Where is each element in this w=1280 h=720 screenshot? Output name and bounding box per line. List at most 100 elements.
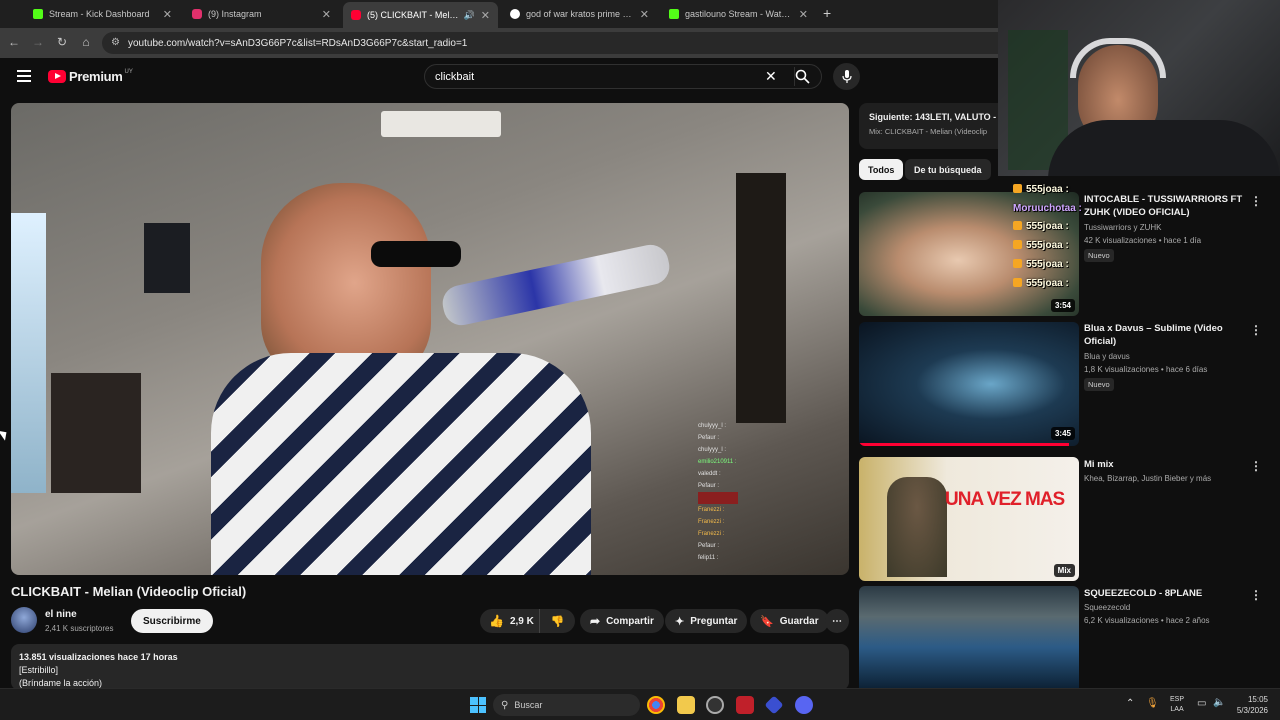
obs-icon[interactable] bbox=[706, 696, 724, 714]
search-input[interactable]: clickbait ✕ bbox=[424, 64, 822, 89]
headphones bbox=[1070, 38, 1166, 78]
file-explorer-icon[interactable] bbox=[677, 696, 695, 714]
more-actions-button[interactable]: ⋯ bbox=[825, 609, 849, 633]
tab-kick-dashboard[interactable]: Stream - Kick Dashboard ✕ bbox=[25, 3, 180, 25]
air-conditioner bbox=[381, 111, 501, 137]
network-icon[interactable]: ▭ bbox=[1197, 698, 1206, 709]
subscriber-count: 2,41 K suscriptores bbox=[45, 624, 114, 633]
description-box[interactable]: 13.851 visualizaciones hace 17 horas [Es… bbox=[11, 644, 849, 690]
recommendation-title[interactable]: Mi mix bbox=[1084, 458, 1244, 471]
youtube-icon bbox=[351, 10, 361, 20]
recommendation-title[interactable]: INTOCABLE - TUSSIWARRIORS FT ZUHK (VIDEO… bbox=[1084, 193, 1244, 219]
menu-icon[interactable] bbox=[17, 70, 31, 82]
share-button[interactable]: ➦ Compartir bbox=[580, 609, 664, 633]
tab-google-search[interactable]: god of war kratos prime - Busca ✕ bbox=[502, 3, 657, 25]
watch-progress-bar bbox=[859, 443, 1069, 446]
thumbs-down-icon: 👎 bbox=[550, 615, 565, 628]
overlay-chat-line: 555joaa : bbox=[1013, 259, 1069, 270]
next-up-panel[interactable]: Siguiente: 143LETI, VALUTO - Mix: CLICKB… bbox=[859, 103, 999, 149]
recommendation-thumbnail[interactable] bbox=[859, 586, 1079, 688]
overlay-chat-line: 555joaa : bbox=[1013, 184, 1069, 195]
desk-monitor bbox=[51, 373, 141, 493]
overlay-chat-line: 555joaa : bbox=[1013, 221, 1069, 232]
new-badge: Nuevo bbox=[1084, 378, 1114, 391]
kick-icon bbox=[669, 9, 679, 19]
discord-icon[interactable] bbox=[795, 696, 813, 714]
person-shirt bbox=[211, 353, 591, 575]
ask-button[interactable]: ✦ Preguntar bbox=[665, 609, 748, 633]
tab-kick-stream[interactable]: gastilouno Stream - Watch Live ✕ bbox=[661, 3, 816, 25]
back-icon[interactable]: ← bbox=[6, 35, 22, 49]
tab-instagram[interactable]: (9) Instagram ✕ bbox=[184, 3, 339, 25]
kick-icon bbox=[33, 9, 43, 19]
new-badge: Nuevo bbox=[1084, 249, 1114, 262]
app-icon[interactable] bbox=[764, 695, 784, 715]
streamer-shirt bbox=[1048, 120, 1280, 176]
windows-taskbar: ⚲ Buscar ⌃ 🎙 ESP LAA ▭ 🔈 15:05 5/3/2026 bbox=[0, 688, 1280, 720]
chip-from-search[interactable]: De tu búsqueda bbox=[905, 159, 991, 180]
channel-name[interactable]: el nine bbox=[45, 609, 77, 620]
close-icon[interactable]: ✕ bbox=[799, 8, 808, 21]
system-clock[interactable]: 15:05 5/3/2026 bbox=[1232, 694, 1268, 716]
like-button[interactable]: 👍 2,9 K bbox=[480, 609, 540, 633]
home-icon[interactable]: ⌂ bbox=[78, 35, 94, 49]
chevron-up-icon[interactable]: ⌃ bbox=[1126, 698, 1134, 709]
app-icon[interactable] bbox=[736, 696, 754, 714]
youtube-premium-logo[interactable]: Premium UY bbox=[48, 69, 133, 84]
recommendation-title[interactable]: Blua x Davus – Sublime (Video Oficial) bbox=[1084, 322, 1244, 348]
sparkle-icon: ✦ bbox=[675, 615, 685, 628]
bookmark-icon: 🔖 bbox=[760, 615, 774, 628]
taskbar-search[interactable]: ⚲ Buscar bbox=[493, 694, 640, 716]
google-icon bbox=[510, 9, 520, 19]
subscribe-button[interactable]: Suscribirme bbox=[131, 609, 213, 633]
voice-search-icon[interactable] bbox=[833, 63, 860, 90]
mouse-cursor bbox=[0, 427, 10, 441]
speaker-icon[interactable]: 🔊 bbox=[464, 10, 475, 21]
wall-poster bbox=[144, 223, 190, 293]
recommendation-thumbnail[interactable]: 3:45 bbox=[859, 322, 1079, 446]
like-dislike-group: 👍 2,9 K 👎 bbox=[480, 609, 575, 633]
new-tab-icon[interactable]: + bbox=[823, 5, 831, 21]
window-light bbox=[11, 213, 46, 493]
more-vertical-icon[interactable]: ⋮ bbox=[1250, 588, 1262, 602]
close-icon[interactable]: ✕ bbox=[322, 8, 331, 21]
reload-icon[interactable]: ↻ bbox=[54, 35, 70, 49]
close-icon[interactable]: ✕ bbox=[163, 8, 172, 21]
microphone-icon[interactable]: 🎙 bbox=[1146, 698, 1159, 709]
youtube-icon bbox=[48, 70, 66, 83]
stream-chat-overlay: chulyyy_l : Pefaur : chulyyy_l : emilio2… bbox=[698, 423, 738, 561]
overlay-chat-line: Moruuchotaa : bbox=[1013, 203, 1082, 214]
dislike-button[interactable]: 👎 bbox=[540, 609, 575, 633]
windows-start-icon[interactable] bbox=[470, 697, 486, 713]
water-bottle bbox=[439, 241, 673, 329]
input-language[interactable]: ESP LAA bbox=[1170, 695, 1184, 715]
more-vertical-icon[interactable]: ⋮ bbox=[1250, 459, 1262, 473]
thumbnail-person bbox=[887, 477, 947, 577]
more-vertical-icon[interactable]: ⋮ bbox=[1250, 323, 1262, 337]
volume-icon[interactable]: 🔈 bbox=[1213, 697, 1225, 708]
tab-youtube-active[interactable]: (5) CLICKBAIT - Melian (Vid 🔊 ✕ bbox=[343, 2, 498, 28]
channel-avatar[interactable] bbox=[11, 607, 37, 633]
chrome-icon[interactable] bbox=[647, 696, 665, 714]
video-player[interactable]: chulyyy_l : Pefaur : chulyyy_l : emilio2… bbox=[11, 103, 849, 575]
streamer-webcam bbox=[998, 0, 1280, 176]
chip-all[interactable]: Todos bbox=[859, 159, 904, 180]
video-title: CLICKBAIT - Melian (Videoclip Oficial) bbox=[11, 584, 247, 599]
thumbs-up-icon: 👍 bbox=[489, 614, 504, 628]
site-info-icon[interactable]: ⚙ bbox=[111, 37, 120, 48]
more-vertical-icon[interactable]: ⋮ bbox=[1250, 194, 1262, 208]
doorframe bbox=[736, 173, 786, 423]
save-button[interactable]: 🔖 Guardar bbox=[750, 609, 829, 633]
recommendation-thumbnail[interactable]: UNA VEZ MAS Mix bbox=[859, 457, 1079, 581]
close-icon[interactable]: ✕ bbox=[640, 8, 649, 21]
close-icon[interactable]: ✕ bbox=[481, 9, 490, 22]
more-horizontal-icon: ⋯ bbox=[832, 615, 842, 627]
overlay-chat-line: 555joaa : bbox=[1013, 240, 1069, 251]
search-icon[interactable] bbox=[795, 69, 810, 89]
share-icon: ➦ bbox=[590, 614, 601, 628]
clear-search-icon[interactable]: ✕ bbox=[765, 68, 777, 85]
sunglasses bbox=[371, 241, 461, 267]
recommendation-title[interactable]: SQUEEZECOLD - 8PLANE bbox=[1084, 587, 1244, 600]
forward-icon[interactable]: → bbox=[30, 35, 46, 49]
url-text: youtube.com/watch?v=sAnD3G66P7c&list=RDs… bbox=[128, 37, 468, 49]
